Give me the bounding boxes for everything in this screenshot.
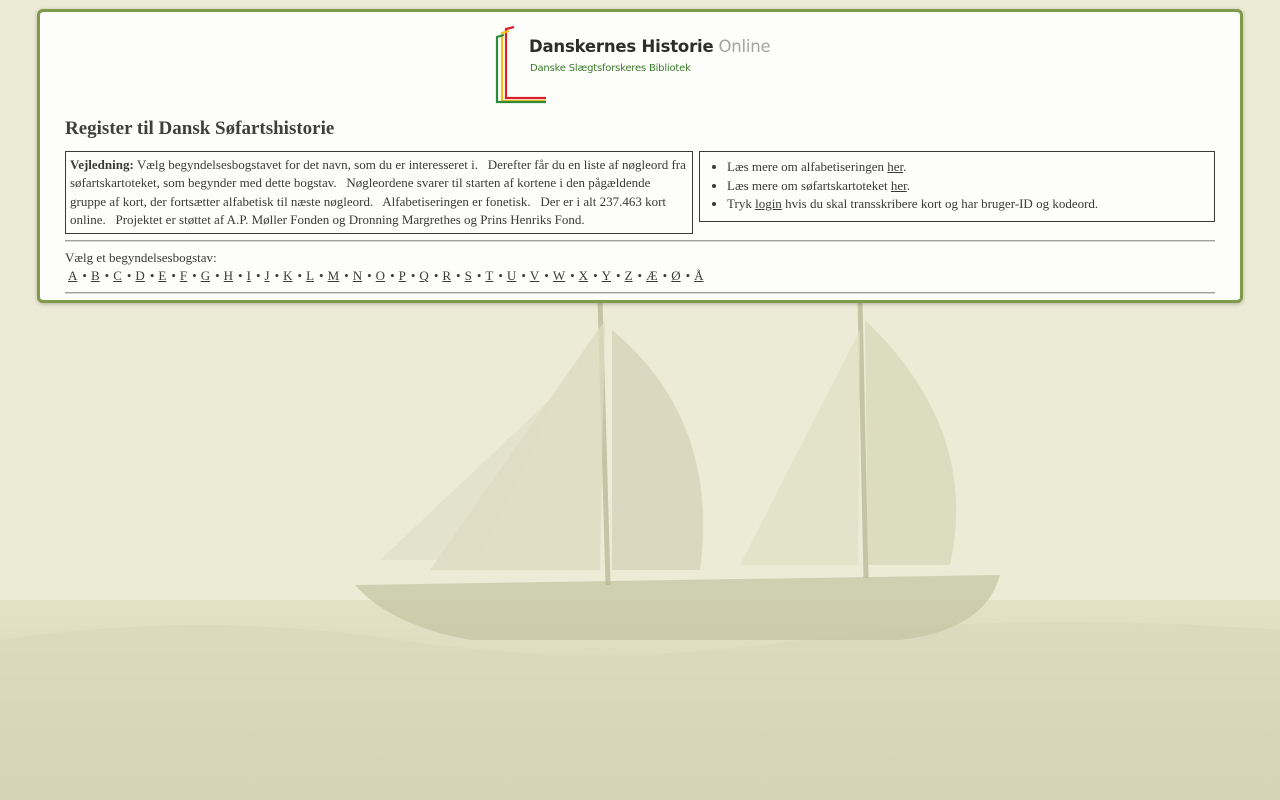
- letter-link[interactable]: Æ: [646, 268, 658, 283]
- divider-top: [65, 240, 1215, 242]
- letter-separator: •: [476, 268, 482, 283]
- logo-title: Danskernes Historie Online: [529, 37, 771, 56]
- letter-link[interactable]: Q: [419, 268, 428, 283]
- letter-separator: •: [274, 268, 280, 283]
- letter-link[interactable]: D: [135, 268, 144, 283]
- divider-bottom: [65, 292, 1215, 294]
- info-box: Læs mere om alfabetiseringen her. Læs me…: [699, 151, 1215, 222]
- letter-separator: •: [456, 268, 461, 283]
- alphabet-label: Vælg et begyndelsesbogstav:: [65, 250, 217, 265]
- info-item-login: Tryk login hvis du skal transskribere ko…: [727, 195, 1214, 214]
- letter-separator: •: [498, 268, 503, 283]
- letter-link[interactable]: W: [553, 268, 565, 283]
- letter-separator: •: [171, 268, 176, 283]
- letter-link[interactable]: B: [91, 268, 100, 283]
- letter-link[interactable]: L: [306, 268, 314, 283]
- letter-separator: •: [662, 268, 668, 283]
- letter-link[interactable]: U: [507, 268, 516, 283]
- letter-separator: •: [521, 268, 526, 283]
- logo-subtitle: Danske Slægtsforskeres Bibliotek: [530, 63, 691, 74]
- letter-link[interactable]: H: [224, 268, 233, 283]
- letter-link[interactable]: S: [465, 268, 472, 283]
- letter-link[interactable]: Z: [625, 268, 633, 283]
- letter-separator: •: [685, 268, 691, 283]
- letter-link[interactable]: C: [113, 268, 122, 283]
- letter-separator: •: [104, 268, 110, 283]
- info-list: Læs mere om alfabetiseringen her. Læs me…: [700, 152, 1214, 214]
- letter-separator: •: [82, 268, 87, 283]
- page-title: Register til Dansk Søfartshistorie: [65, 118, 335, 139]
- login-link[interactable]: login: [755, 196, 782, 211]
- letter-separator: •: [593, 268, 598, 283]
- alphabet-nav: A • B • C • D • E • F • G • H • I • J • K • L • M • N • O • P • Q • R • S • T •…: [68, 268, 704, 284]
- info-item-card-index: Læs mere om søfartskartoteket her.: [727, 177, 1214, 196]
- letter-separator: •: [255, 268, 261, 283]
- letter-separator: •: [149, 268, 155, 283]
- letter-link[interactable]: G: [201, 268, 210, 283]
- letter-link[interactable]: P: [399, 268, 406, 283]
- letter-separator: •: [192, 268, 197, 283]
- card-index-here-link[interactable]: her: [891, 178, 907, 193]
- letter-separator: •: [215, 268, 220, 283]
- letter-separator: •: [238, 268, 243, 283]
- letter-link[interactable]: N: [353, 268, 362, 283]
- letter-separator: •: [637, 268, 643, 283]
- letter-link[interactable]: R: [442, 268, 451, 283]
- letter-separator: •: [344, 268, 349, 283]
- main-panel: Danskernes Historie Online Danske Slægtsf…: [37, 9, 1243, 303]
- letter-link[interactable]: Ø: [671, 268, 680, 283]
- letter-link[interactable]: F: [180, 268, 187, 283]
- guide-box: Vejledning: Vælg begyndelsesbogstavet fo…: [65, 151, 693, 234]
- alphabetization-here-link[interactable]: her: [887, 159, 903, 174]
- letter-separator: •: [126, 268, 132, 283]
- letter-link[interactable]: Y: [602, 268, 611, 283]
- letter-separator: •: [410, 268, 416, 283]
- letter-link[interactable]: V: [530, 268, 539, 283]
- letter-link[interactable]: O: [376, 268, 385, 283]
- letter-link[interactable]: X: [579, 268, 588, 283]
- letter-link[interactable]: K: [283, 268, 292, 283]
- letter-separator: •: [616, 268, 621, 283]
- letter-link[interactable]: M: [328, 268, 340, 283]
- guide-label: Vejledning:: [70, 157, 134, 172]
- site-logo[interactable]: Danskernes Historie Online Danske Slægtsf…: [494, 24, 794, 104]
- letter-link[interactable]: Å: [694, 268, 703, 283]
- letter-separator: •: [297, 268, 303, 283]
- letter-separator: •: [544, 268, 549, 283]
- letter-link[interactable]: A: [68, 268, 77, 283]
- letter-separator: •: [570, 268, 575, 283]
- guide-text: Vælg begyndelsesbogstavet for det navn, …: [70, 157, 690, 227]
- letter-link[interactable]: T: [485, 268, 493, 283]
- letter-separator: •: [390, 268, 395, 283]
- info-item-alphabetization: Læs mere om alfabetiseringen her.: [727, 158, 1214, 177]
- letter-separator: •: [319, 268, 324, 283]
- letter-link[interactable]: E: [158, 268, 166, 283]
- logo-title-suffix: Online: [718, 37, 771, 56]
- letter-separator: •: [367, 268, 372, 283]
- letter-separator: •: [433, 268, 439, 283]
